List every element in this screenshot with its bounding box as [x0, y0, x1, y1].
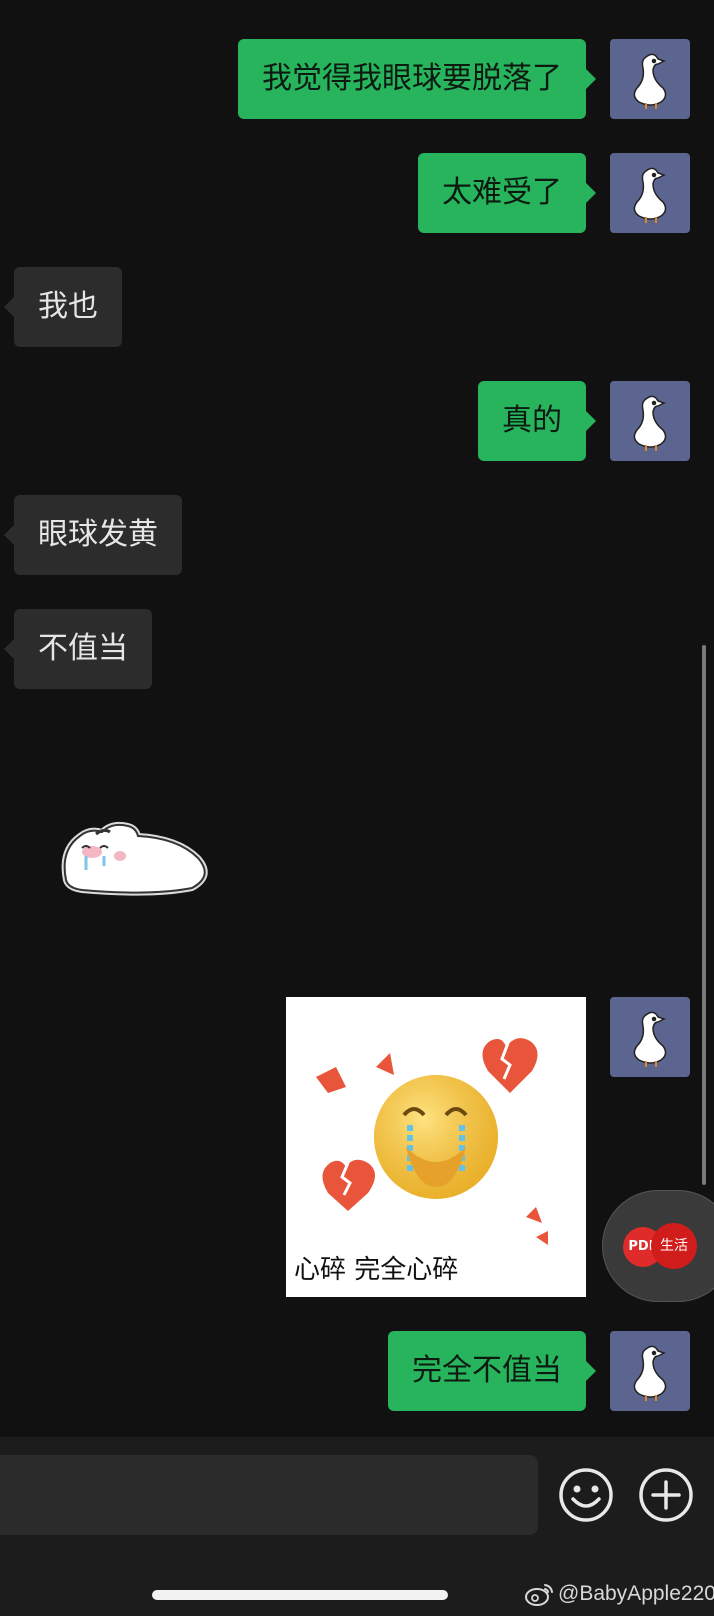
goose-icon — [633, 53, 667, 106]
broken-heart-icon — [322, 1159, 375, 1211]
scrollbar[interactable] — [702, 645, 706, 1185]
incoming-message-bubble[interactable]: 眼球发黄 — [4, 495, 182, 575]
goose-icon — [633, 1345, 667, 1398]
chat-area: 我觉得我眼球要脱落了 太难受了 我也 真的 眼球发黄 不值当 心碎 完全心碎 完… — [0, 0, 714, 1437]
goose-avatar[interactable] — [610, 39, 690, 119]
plus-circle-icon — [639, 1468, 693, 1522]
broken-heart-icon — [482, 1038, 538, 1093]
outgoing-message-bubble[interactable]: 真的 — [478, 381, 596, 461]
floating-widget[interactable]: PDF 生活 — [602, 1190, 714, 1302]
add-button[interactable] — [636, 1465, 696, 1525]
message-input[interactable] — [0, 1455, 538, 1535]
crying-bunny-sticker[interactable] — [56, 810, 212, 900]
home-indicator[interactable] — [152, 1590, 448, 1600]
meme-caption: 心碎 完全心碎 — [294, 1255, 459, 1285]
incoming-message-bubble[interactable]: 不值当 — [4, 609, 152, 689]
emoji-button[interactable] — [556, 1465, 616, 1525]
goose-icon — [633, 167, 667, 220]
goose-icon — [633, 395, 667, 448]
outgoing-message-bubble[interactable]: 我觉得我眼球要脱落了 — [238, 39, 596, 119]
watermark-text: @BabyApple220 — [558, 1582, 714, 1605]
outgoing-message-bubble[interactable]: 完全不值当 — [388, 1331, 596, 1411]
stamp-badge: 生活 — [651, 1223, 697, 1269]
goose-avatar[interactable] — [610, 153, 690, 233]
goose-icon — [633, 1011, 667, 1064]
outgoing-message-bubble[interactable]: 太难受了 — [418, 153, 596, 233]
goose-avatar[interactable] — [610, 997, 690, 1077]
heartbroken-meme-image[interactable]: 心碎 完全心碎 — [286, 997, 586, 1297]
goose-avatar[interactable] — [610, 381, 690, 461]
goose-avatar[interactable] — [610, 1331, 690, 1411]
watermark: @BabyApple220 — [524, 1578, 714, 1610]
incoming-message-bubble[interactable]: 我也 — [4, 267, 122, 347]
weibo-icon — [525, 1584, 553, 1606]
emoji-icon — [559, 1468, 613, 1522]
